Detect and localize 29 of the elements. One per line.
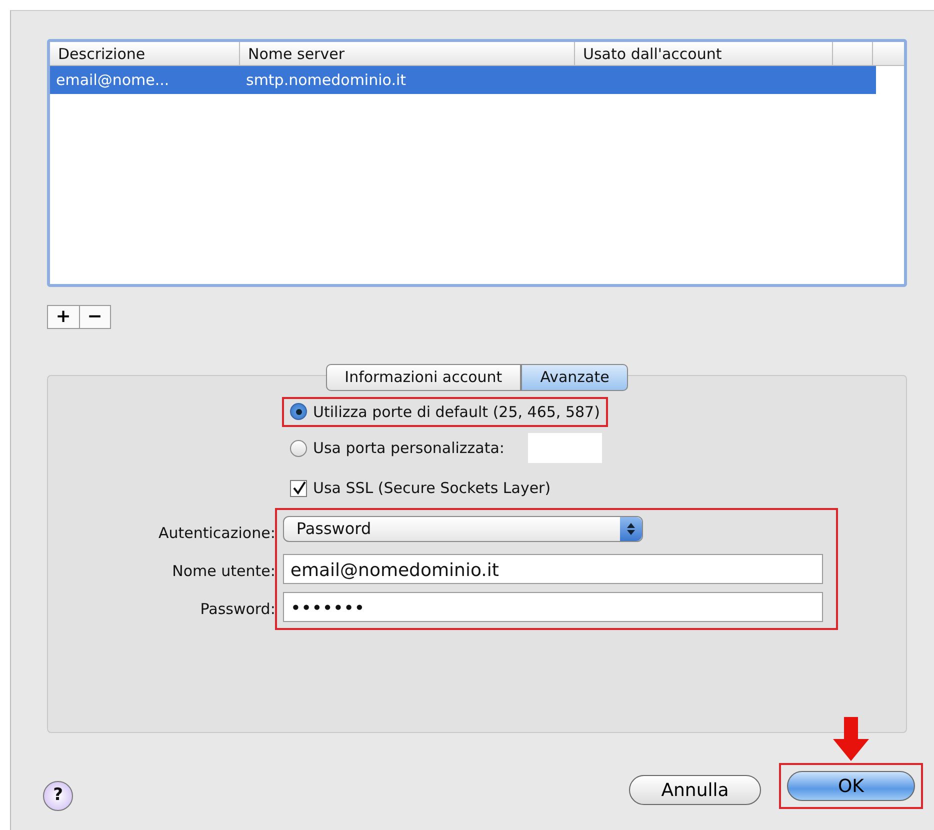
dropdown-value: Password (296, 518, 372, 540)
input-field[interactable]: email@nomedominio.it (283, 554, 824, 584)
port-field[interactable] (528, 433, 602, 463)
table-row[interactable]: email@nome... smtp.nomedominio.it (50, 66, 876, 94)
field-label: Password: (200, 600, 276, 618)
column-header[interactable]: Descrizione (50, 42, 240, 65)
tab[interactable]: Informazioni account (326, 364, 522, 390)
down-arrow-icon (831, 717, 871, 761)
radio-button[interactable] (290, 440, 307, 456)
cancel-button[interactable]: Annulla (629, 775, 761, 805)
radio-label: Usa porta personalizzata: (313, 438, 504, 459)
stepper-icon (620, 516, 642, 540)
help-button[interactable]: ? (43, 781, 73, 811)
checkbox[interactable] (290, 480, 307, 497)
column-header[interactable]: Nome server (240, 42, 575, 65)
field-label: Nome utente: (172, 562, 276, 580)
table-cell: smtp.nomedominio.it (246, 70, 406, 89)
ok-button[interactable]: OK (787, 771, 915, 801)
radio-button[interactable] (290, 403, 307, 420)
add-button[interactable]: + (48, 306, 78, 328)
column-header[interactable]: Usato dall'account (575, 42, 833, 65)
tab[interactable]: Avanzate (521, 364, 628, 390)
radio-label: Utilizza porte di default (25, 465, 587) (313, 402, 600, 422)
remove-button[interactable]: − (78, 306, 110, 328)
table-cell: email@nome... (56, 70, 170, 89)
dropdown[interactable]: Password (283, 516, 644, 542)
field-label: Autenticazione: (158, 524, 276, 542)
input-field[interactable]: ••••••• (283, 592, 824, 622)
checkbox-label: Usa SSL (Secure Sockets Layer) (313, 478, 551, 499)
